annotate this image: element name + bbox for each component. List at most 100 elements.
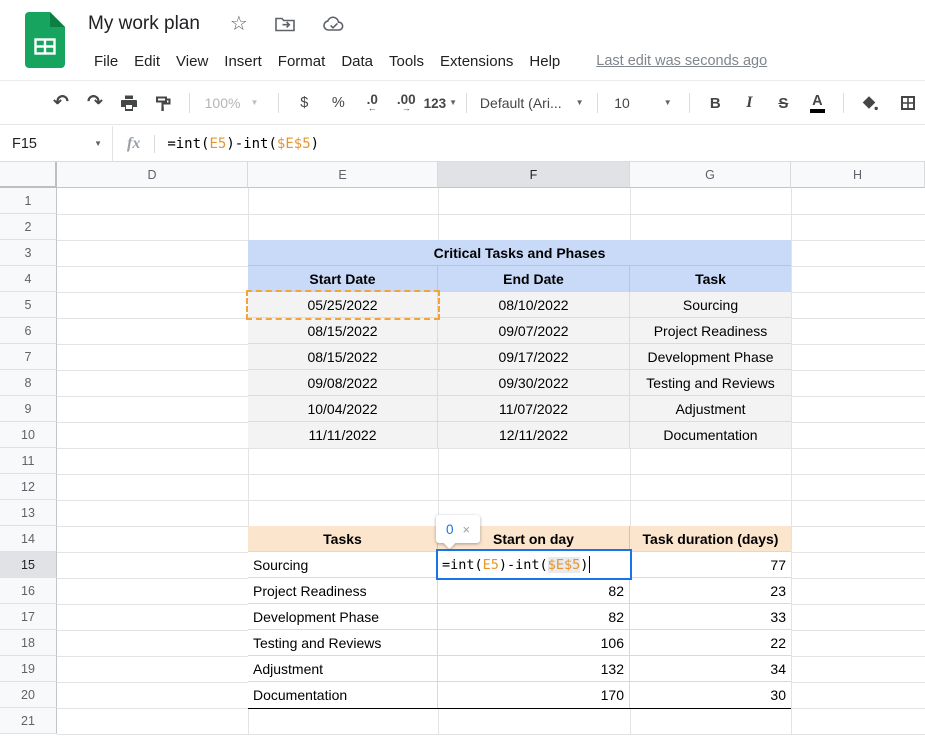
cell-G9[interactable]: Adjustment: [630, 396, 791, 422]
cell-F9[interactable]: 11/07/2022: [438, 396, 630, 422]
column-header-F[interactable]: F: [438, 162, 630, 188]
name-box[interactable]: F15 ▼: [0, 126, 112, 161]
zoom-control[interactable]: 100% ▼: [205, 95, 263, 111]
row-header-21[interactable]: 21: [0, 708, 57, 734]
menu-edit[interactable]: Edit: [126, 50, 168, 73]
cell-E17[interactable]: Development Phase: [248, 604, 438, 630]
menu-help[interactable]: Help: [521, 50, 568, 73]
row-header-6[interactable]: 6: [0, 318, 57, 344]
star-icon[interactable]: ☆: [230, 14, 248, 34]
cell-F19[interactable]: 132: [438, 656, 630, 682]
cell-F10[interactable]: 12/11/2022: [438, 422, 630, 448]
row-header-10[interactable]: 10: [0, 422, 57, 448]
row-header-3[interactable]: 3: [0, 240, 57, 266]
cell-G5[interactable]: Sourcing: [630, 292, 791, 318]
row-header-1[interactable]: 1: [0, 188, 57, 214]
cell-F16[interactable]: 82: [438, 578, 630, 604]
row-header-8[interactable]: 8: [0, 370, 57, 396]
cell-E4[interactable]: Start Date: [248, 266, 438, 292]
text-color-button[interactable]: A: [804, 90, 830, 116]
cell-E7[interactable]: 08/15/2022: [248, 344, 438, 370]
cell-G20[interactable]: 30: [630, 682, 791, 708]
move-folder-icon[interactable]: [274, 14, 296, 34]
cell-F8[interactable]: 09/30/2022: [438, 370, 630, 396]
cell-E18[interactable]: Testing and Reviews: [248, 630, 438, 656]
cell-E5[interactable]: 05/25/2022: [248, 292, 438, 318]
cell-G18[interactable]: 22: [630, 630, 791, 656]
redo-button[interactable]: ↷: [82, 90, 108, 116]
cell-G8[interactable]: Testing and Reviews: [630, 370, 791, 396]
menu-file[interactable]: File: [86, 50, 126, 73]
format-percent-button[interactable]: %: [325, 90, 351, 116]
fill-color-button[interactable]: [857, 90, 883, 116]
italic-button[interactable]: I: [736, 90, 762, 116]
row-header-19[interactable]: 19: [0, 656, 57, 682]
row-header-5[interactable]: 5: [0, 292, 57, 318]
font-family-select[interactable]: Default (Ari... ▼: [480, 95, 584, 111]
strikethrough-button[interactable]: S: [770, 90, 796, 116]
cell-E19[interactable]: Adjustment: [248, 656, 438, 682]
row-header-12[interactable]: 12: [0, 474, 57, 500]
cell-editor-F15[interactable]: =int(E5)-int($E$5): [436, 549, 632, 580]
cell-F18[interactable]: 106: [438, 630, 630, 656]
row-header-14[interactable]: 14: [0, 526, 57, 552]
menu-view[interactable]: View: [168, 50, 216, 73]
row-header-9[interactable]: 9: [0, 396, 57, 422]
cell-E20[interactable]: Documentation: [248, 682, 438, 708]
column-header-D[interactable]: D: [57, 162, 248, 188]
select-all-corner[interactable]: [0, 162, 57, 188]
row-header-13[interactable]: 13: [0, 500, 57, 526]
menu-tools[interactable]: Tools: [381, 50, 432, 73]
cell-E6[interactable]: 08/15/2022: [248, 318, 438, 344]
row-header-20[interactable]: 20: [0, 682, 57, 708]
row-header-2[interactable]: 2: [0, 214, 57, 240]
menu-insert[interactable]: Insert: [216, 50, 270, 73]
menu-format[interactable]: Format: [270, 50, 334, 73]
cell-E16[interactable]: Project Readiness: [248, 578, 438, 604]
menu-extensions[interactable]: Extensions: [432, 50, 521, 73]
row-header-4[interactable]: 4: [0, 266, 57, 292]
borders-button[interactable]: [895, 90, 921, 116]
cell-G16[interactable]: 23: [630, 578, 791, 604]
cell-G10[interactable]: Documentation: [630, 422, 791, 448]
increase-decimal-button[interactable]: .00 →: [393, 90, 419, 116]
cell-G15[interactable]: 77: [630, 552, 791, 578]
row-header-16[interactable]: 16: [0, 578, 57, 604]
menu-data[interactable]: Data: [333, 50, 381, 73]
row-header-17[interactable]: 17: [0, 604, 57, 630]
google-sheets-logo[interactable]: [22, 11, 68, 69]
last-edit-status[interactable]: Last edit was seconds ago: [596, 53, 767, 69]
cell-F4[interactable]: End Date: [438, 266, 630, 292]
paint-format-button[interactable]: [150, 90, 176, 116]
tooltip-close-icon[interactable]: ×: [463, 522, 471, 537]
bold-button[interactable]: B: [702, 90, 728, 116]
row-header-15[interactable]: 15: [0, 552, 57, 578]
cell-G19[interactable]: 34: [630, 656, 791, 682]
cell-E10[interactable]: 11/11/2022: [248, 422, 438, 448]
cell-F20[interactable]: 170: [438, 682, 630, 708]
cell-G17[interactable]: 33: [630, 604, 791, 630]
format-currency-button[interactable]: $: [291, 90, 317, 116]
cell-E8[interactable]: 09/08/2022: [248, 370, 438, 396]
cell-G7[interactable]: Development Phase: [630, 344, 791, 370]
cell-F5[interactable]: 08/10/2022: [438, 292, 630, 318]
row-header-18[interactable]: 18: [0, 630, 57, 656]
cell-F6[interactable]: 09/07/2022: [438, 318, 630, 344]
cell-G14[interactable]: Task duration (days): [630, 526, 791, 552]
cell-E9[interactable]: 10/04/2022: [248, 396, 438, 422]
column-header-H[interactable]: H: [791, 162, 925, 188]
cell-G6[interactable]: Project Readiness: [630, 318, 791, 344]
cell-E14[interactable]: Tasks: [248, 526, 438, 552]
font-size-select[interactable]: 10 ▼: [614, 95, 672, 111]
row-header-7[interactable]: 7: [0, 344, 57, 370]
column-header-G[interactable]: G: [630, 162, 791, 188]
column-header-E[interactable]: E: [248, 162, 438, 188]
cell-F17[interactable]: 82: [438, 604, 630, 630]
decrease-decimal-button[interactable]: .0 ←: [359, 90, 385, 116]
cell-E3[interactable]: Critical Tasks and Phases: [248, 240, 791, 266]
undo-button[interactable]: ↶: [48, 90, 74, 116]
cell-E15[interactable]: Sourcing: [248, 552, 438, 578]
cell-F7[interactable]: 09/17/2022: [438, 344, 630, 370]
cell-G4[interactable]: Task: [630, 266, 791, 292]
row-header-11[interactable]: 11: [0, 448, 57, 474]
